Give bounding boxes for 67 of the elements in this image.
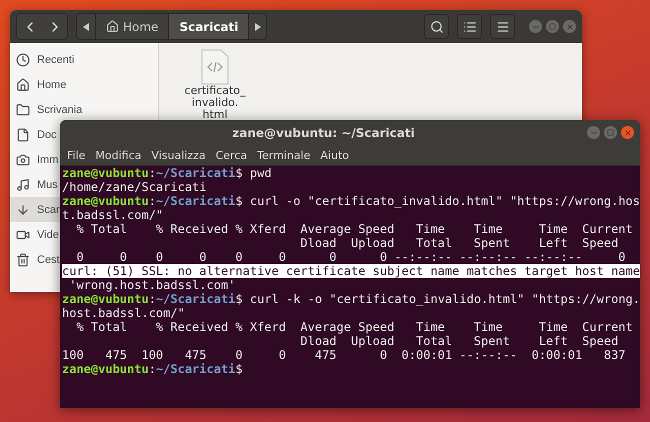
menu-item[interactable]: Terminale	[252, 148, 316, 162]
folder-icon	[16, 102, 30, 116]
sidebar-item[interactable]: Doc	[10, 122, 60, 147]
sidebar-item[interactable]: Vide	[10, 222, 60, 247]
sidebar-item[interactable]: Scrivania	[10, 97, 152, 122]
path-crumb[interactable]: Scaricati	[168, 14, 248, 39]
terminal-line: zane@vubuntu:~/Scaricati$ pwd	[62, 166, 272, 180]
sidebar-item[interactable]: Imm	[10, 147, 60, 172]
sidebar-item[interactable]: Scar	[10, 197, 60, 222]
sidebar-label: Vide	[37, 228, 59, 240]
menu-item[interactable]: File	[62, 148, 90, 162]
terminal-line: t.badssl.com/"	[62, 208, 164, 222]
file-name[interactable]: certificato_	[184, 85, 246, 97]
menu-button[interactable]	[490, 14, 515, 39]
code-file-icon	[201, 49, 229, 85]
sidebar-label: Recenti	[37, 54, 74, 66]
sidebar-label: Imm	[37, 154, 58, 166]
terminal-line: 0 0 0 0 0 0 0 0 --:--:-- --:--:-- --:--:-- 0	[75, 250, 626, 264]
menu-icon	[496, 20, 510, 34]
sidebar-item[interactable]: Home	[10, 72, 152, 97]
search-button[interactable]	[424, 14, 449, 39]
sidebar-label: Mus	[37, 178, 58, 190]
clock-icon	[16, 52, 30, 66]
close-button[interactable]	[563, 20, 576, 33]
terminal-line: Dload Upload Total Spent Left Speed	[299, 334, 618, 348]
close-icon	[624, 128, 632, 136]
download-icon	[16, 202, 30, 216]
terminal-line: % Total % Received % Xferd Average Speed Time Time Time Current	[75, 222, 633, 236]
maximize-icon	[607, 129, 614, 136]
trash-icon	[16, 252, 30, 266]
terminal-line: zane@vubuntu:~/Scaricati$	[62, 362, 243, 376]
menu-item[interactable]: Aiuto	[315, 148, 354, 162]
terminal-line: 'wrong.host.badssl.com'	[68, 278, 236, 292]
close-icon	[566, 22, 574, 30]
terminal-line: 100 475 100 475 0 0 475 0 0:00:01 --:--:-- 0:00:01 837	[62, 348, 626, 362]
terminal-line: Dload Upload Total Spent Left Speed	[299, 236, 618, 250]
music-icon	[16, 178, 30, 192]
terminal-line: % Total % Received % Xferd Average Speed Time Time Time Current	[75, 320, 633, 334]
window-title: zane@vubuntu: ~/Scaricati	[231, 126, 416, 140]
sidebar-item[interactable]: Mus	[10, 172, 60, 197]
file-icon	[16, 128, 30, 142]
home-icon	[16, 78, 30, 92]
terminal-line: zane@vubuntu:~/Scaricati$ curl -o "certificato_invalido.html" "https://wrong.hos	[62, 194, 640, 208]
maximize-icon	[549, 23, 556, 30]
sidebar-label: Scrivania	[37, 104, 82, 116]
sidebar-label: Scar	[37, 204, 60, 216]
left-triangle-icon	[83, 22, 89, 30]
file-name[interactable]: html	[202, 109, 228, 121]
terminal-line: zane@vubuntu:~/Scaricati$ curl -k -o "certificato_invalido.html" "https://wrong.	[62, 292, 640, 306]
sidebar-item[interactable]: Recenti	[10, 47, 152, 72]
close-button[interactable]	[621, 126, 634, 139]
sidebar-label: Cest	[37, 254, 60, 266]
menu-item[interactable]: Modifica	[90, 148, 146, 162]
file-name[interactable]: invalido.	[192, 97, 238, 109]
sidebar-label: Home	[37, 78, 66, 90]
view-list-button[interactable]	[457, 14, 482, 39]
terminal-line: /home/zane/Scaricati	[62, 180, 206, 194]
terminal-line: host.badssl.com/"	[62, 306, 185, 320]
camera-icon	[16, 152, 30, 166]
sidebar-item[interactable]: Cest	[10, 247, 60, 272]
sidebar-label: Doc	[37, 128, 57, 140]
home-icon	[106, 20, 119, 33]
right-triangle-icon	[254, 22, 261, 30]
menu-item[interactable]: Cerca	[210, 148, 252, 162]
list-icon	[462, 20, 476, 34]
search-icon	[430, 20, 444, 34]
menu-item[interactable]: Visualizza	[146, 148, 211, 162]
